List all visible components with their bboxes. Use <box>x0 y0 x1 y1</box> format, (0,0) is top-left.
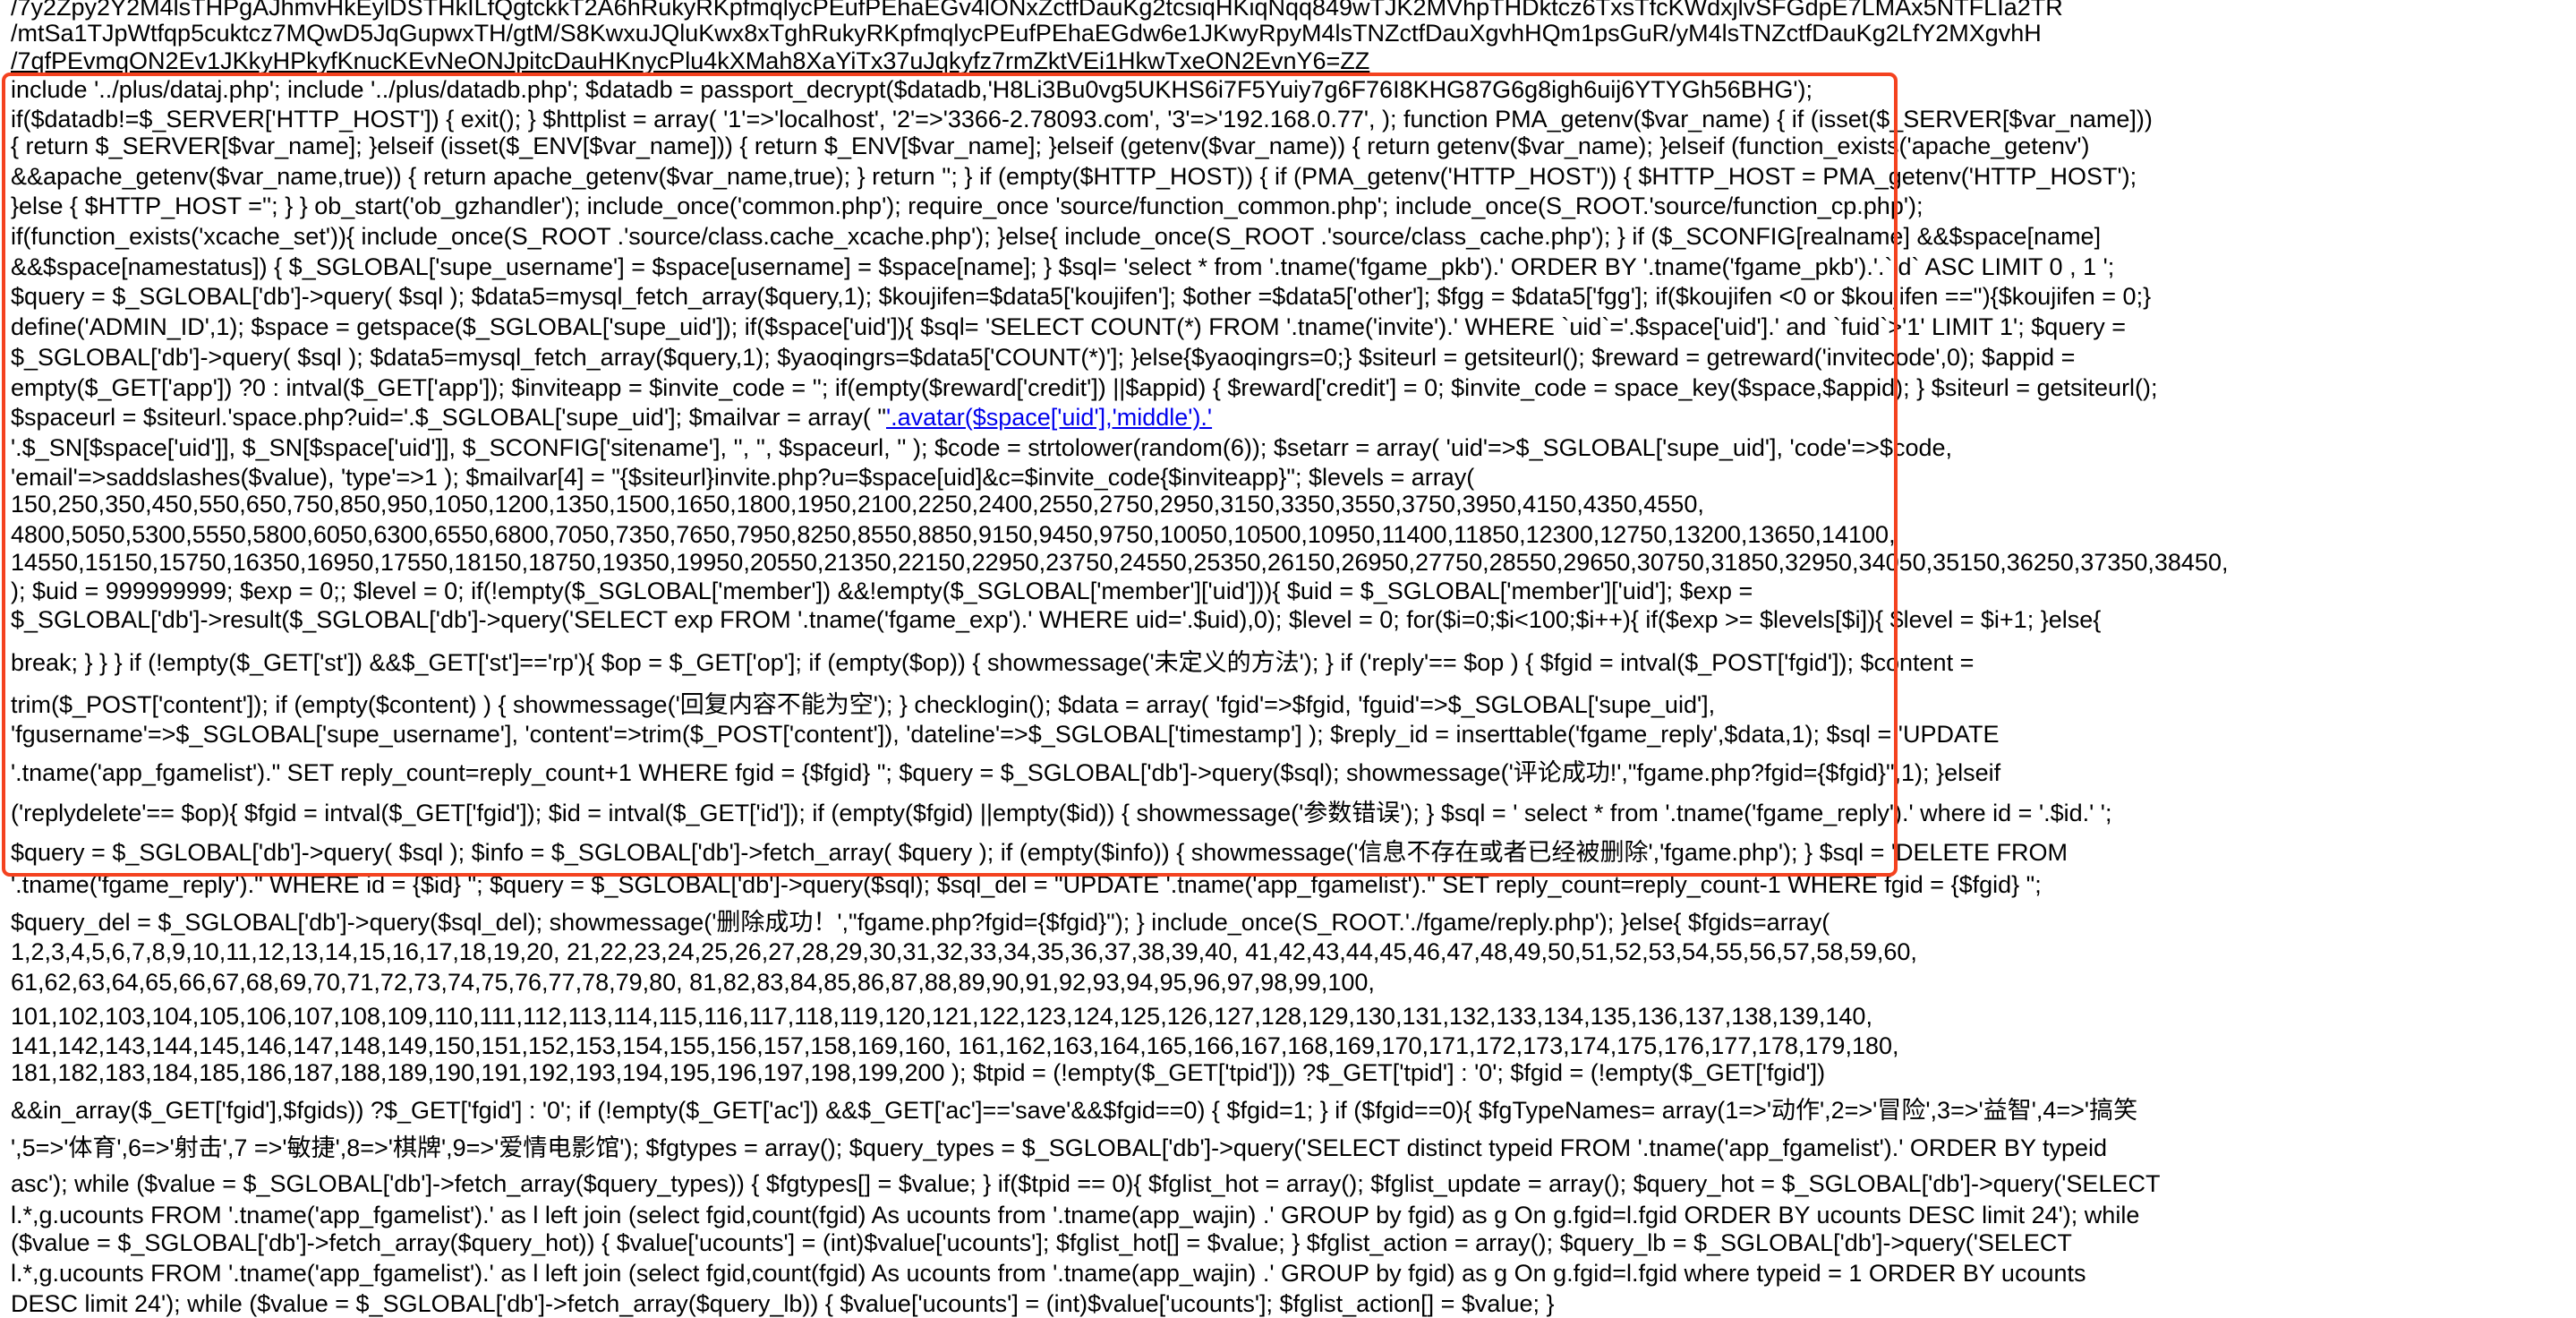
code-text: { return $_SERVER[$var_name]; }elseif (i… <box>11 133 2090 159</box>
code-text: ); $uid = 999999999; $exp = 0;; $level =… <box>11 578 1753 604</box>
code-line: { return $_SERVER[$var_name]; }elseif (i… <box>11 132 2090 160</box>
code-line: if(function_exists('xcache_set')){ inclu… <box>11 222 2101 251</box>
code-text: $_SGLOBAL['db']->result($_SGLOBAL['db']-… <box>11 606 2102 633</box>
code-line: 1,2,3,4,5,6,7,8,9,10,11,12,13,14,15,16,1… <box>11 937 1917 966</box>
code-text: 14550,15150,15750,16350,16950,17550,1815… <box>11 549 2229 576</box>
code-text: break; } } } if (!empty($_GET['st']) &&$… <box>11 649 1975 676</box>
code-text: asc'); while ($value = $_SGLOBAL['db']->… <box>11 1170 2161 1197</box>
code-text: DESC limit 24'); while ($value = $_SGLOB… <box>11 1290 1555 1317</box>
code-line: 150,250,350,450,550,650,750,850,950,1050… <box>11 490 1704 518</box>
code-text: &&$space[namestatus]) { $_SGLOBAL['supe_… <box>11 253 2115 280</box>
code-text: 181,182,183,184,185,186,187,188,189,190,… <box>11 1059 1826 1086</box>
code-text: empty($_GET['app']) ?0 : intval($_GET['a… <box>11 374 2158 401</box>
code-line: 14550,15150,15750,16350,16950,17550,1815… <box>11 548 2228 577</box>
code-text: $query = $_SGLOBAL['db']->query( $sql );… <box>11 839 2068 866</box>
code-text: $query = $_SGLOBAL['db']->query( $sql );… <box>11 283 2152 310</box>
code-line: $query = $_SGLOBAL['db']->query( $sql );… <box>11 838 2068 867</box>
code-line: ); $uid = 999999999; $exp = 0;; $level =… <box>11 577 1753 605</box>
code-text: trim($_POST['content']); if (empty($cont… <box>11 691 1716 718</box>
code-text: l.*,g.ucounts FROM '.tname('app_fgamelis… <box>11 1260 2086 1287</box>
code-line: $query_del = $_SGLOBAL['db']->query($sql… <box>11 908 1830 937</box>
code-line: $spaceurl = $siteurl.'space.php?uid='.$_… <box>11 403 1212 432</box>
code-line: $query = $_SGLOBAL['db']->query( $sql );… <box>11 282 2151 311</box>
code-line: '.tname('fgame_reply')." WHERE id = {$id… <box>11 870 2042 899</box>
code-text: if(function_exists('xcache_set')){ inclu… <box>11 223 2102 250</box>
code-line: l.*,g.ucounts FROM '.tname('app_fgamelis… <box>11 1259 2086 1288</box>
code-text: &&apache_getenv($var_name,true)) { retur… <box>11 163 2137 190</box>
code-text: /mtSa1TJpWtfqp5cuktcz7MQwD5JqGupwxTH/gtM… <box>11 20 2042 47</box>
code-line: &&$space[namestatus]) { $_SGLOBAL['supe_… <box>11 252 2114 281</box>
code-text: $_SGLOBAL['db']->query( $sql ); $data5=m… <box>11 344 2076 371</box>
code-text: 141,142,143,144,145,146,147,148,149,150,… <box>11 1032 1899 1059</box>
code-line: 141,142,143,144,145,146,147,148,149,150,… <box>11 1031 1899 1060</box>
code-line: '.$_SN[$space['uid']], $_SN[$space['uid'… <box>11 433 1952 462</box>
code-line: 61,62,63,64,65,66,67,68,69,70,71,72,73,7… <box>11 968 1375 997</box>
code-line: ',5=>'体育',6=>'射击',7 =>'敏捷',8=>'棋牌',9=>'爱… <box>11 1134 2107 1162</box>
code-line: $_SGLOBAL['db']->query( $sql ); $data5=m… <box>11 343 2075 372</box>
code-text: 101,102,103,104,105,106,107,108,109,110,… <box>11 1003 1872 1030</box>
code-line: ('replydelete'== $op){ $fgid = intval($_… <box>11 799 2111 827</box>
code-text: }else { $HTTP_HOST =''; } } ob_start('ob… <box>11 193 1923 219</box>
code-line: 101,102,103,104,105,106,107,108,109,110,… <box>11 1002 1872 1031</box>
code-text: '.tname('fgame_reply')." WHERE id = {$id… <box>11 871 2042 898</box>
code-line: asc'); while ($value = $_SGLOBAL['db']->… <box>11 1169 2160 1198</box>
code-text: ',5=>'体育',6=>'射击',7 =>'敏捷',8=>'棋牌',9=>'爱… <box>11 1134 2108 1161</box>
code-line: break; } } } if (!empty($_GET['st']) &&$… <box>11 648 1974 677</box>
code-line: empty($_GET['app']) ?0 : intval($_GET['a… <box>11 373 2158 402</box>
code-text: 61,62,63,64,65,66,67,68,69,70,71,72,73,7… <box>11 969 1375 996</box>
code-line: $_SGLOBAL['db']->result($_SGLOBAL['db']-… <box>11 605 2101 634</box>
code-text: include '../plus/dataj.php'; include '..… <box>11 76 1813 103</box>
code-text: 'fgusername'=>$_SGLOBAL['supe_username']… <box>11 721 2000 748</box>
code-text: ($value = $_SGLOBAL['db']->fetch_array($… <box>11 1229 2072 1256</box>
code-line: &&in_array($_GET['fgid'],$fgids)) ?$_GET… <box>11 1096 2137 1125</box>
code-line: trim($_POST['content']); if (empty($cont… <box>11 690 1715 719</box>
code-text: l.*,g.ucounts FROM '.tname('app_fgamelis… <box>11 1202 2140 1228</box>
code-text: if($datadb!=$_SERVER['HTTP_HOST']) { exi… <box>11 106 2153 133</box>
code-line: include '../plus/dataj.php'; include '..… <box>11 75 1813 104</box>
code-line: define('ADMIN_ID',1); $space = getspace(… <box>11 312 2126 341</box>
code-line: /mtSa1TJpWtfqp5cuktcz7MQwD5JqGupwxTH/gtM… <box>11 19 2042 47</box>
code-line: }else { $HTTP_HOST =''; } } ob_start('ob… <box>11 192 1923 220</box>
code-text: 4800,5050,5300,5550,5800,6050,6300,6550,… <box>11 521 1896 548</box>
code-text: '.tname('app_fgamelist')." SET reply_cou… <box>11 759 2001 786</box>
code-text: ('replydelete'== $op){ $fgid = intval($_… <box>11 800 2112 826</box>
code-text: $spaceurl = $siteurl.'space.php?uid='.$_… <box>11 404 886 431</box>
code-text: 1,2,3,4,5,6,7,8,9,10,11,12,13,14,15,16,1… <box>11 938 1917 965</box>
code-line: 181,182,183,184,185,186,187,188,189,190,… <box>11 1058 1825 1087</box>
code-line: ($value = $_SGLOBAL['db']->fetch_array($… <box>11 1228 2072 1257</box>
code-text: /7y2Zpy2Y2M4lsTHPgAJhmvHkEylDSTHkILfQgtc… <box>11 0 2063 21</box>
code-line: 'email'=>saddslashes($value), 'type'=>1 … <box>11 463 1474 492</box>
code-text: define('ADMIN_ID',1); $space = getspace(… <box>11 313 2127 340</box>
avatar-link[interactable]: '.avatar($space['uid'],'middle').' <box>886 404 1212 431</box>
code-line[interactable]: /7qfPEvmqON2Ev1JKkyHPkyfKnucKEvNeONJpitc… <box>11 47 1369 75</box>
code-line: DESC limit 24'); while ($value = $_SGLOB… <box>11 1289 1555 1318</box>
code-line: '.tname('app_fgamelist')." SET reply_cou… <box>11 758 2000 787</box>
code-text: 150,250,350,450,550,650,750,850,950,1050… <box>11 491 1704 518</box>
code-line: &&apache_getenv($var_name,true)) { retur… <box>11 162 2137 191</box>
code-line: 'fgusername'=>$_SGLOBAL['supe_username']… <box>11 720 1999 749</box>
code-text: $query_del = $_SGLOBAL['db']->query($sql… <box>11 909 1830 936</box>
code-line: l.*,g.ucounts FROM '.tname('app_fgamelis… <box>11 1201 2139 1229</box>
code-text: 'email'=>saddslashes($value), 'type'=>1 … <box>11 464 1475 491</box>
code-text: &&in_array($_GET['fgid'],$fgids)) ?$_GET… <box>11 1097 2138 1124</box>
code-line: if($datadb!=$_SERVER['HTTP_HOST']) { exi… <box>11 105 2153 133</box>
code-line: 4800,5050,5300,5550,5800,6050,6300,6550,… <box>11 520 1896 549</box>
code-text: /7qfPEvmqON2Ev1JKkyHPkyfKnucKEvNeONJpitc… <box>11 47 1370 74</box>
code-text: '.$_SN[$space['uid']], $_SN[$space['uid'… <box>11 434 1953 461</box>
